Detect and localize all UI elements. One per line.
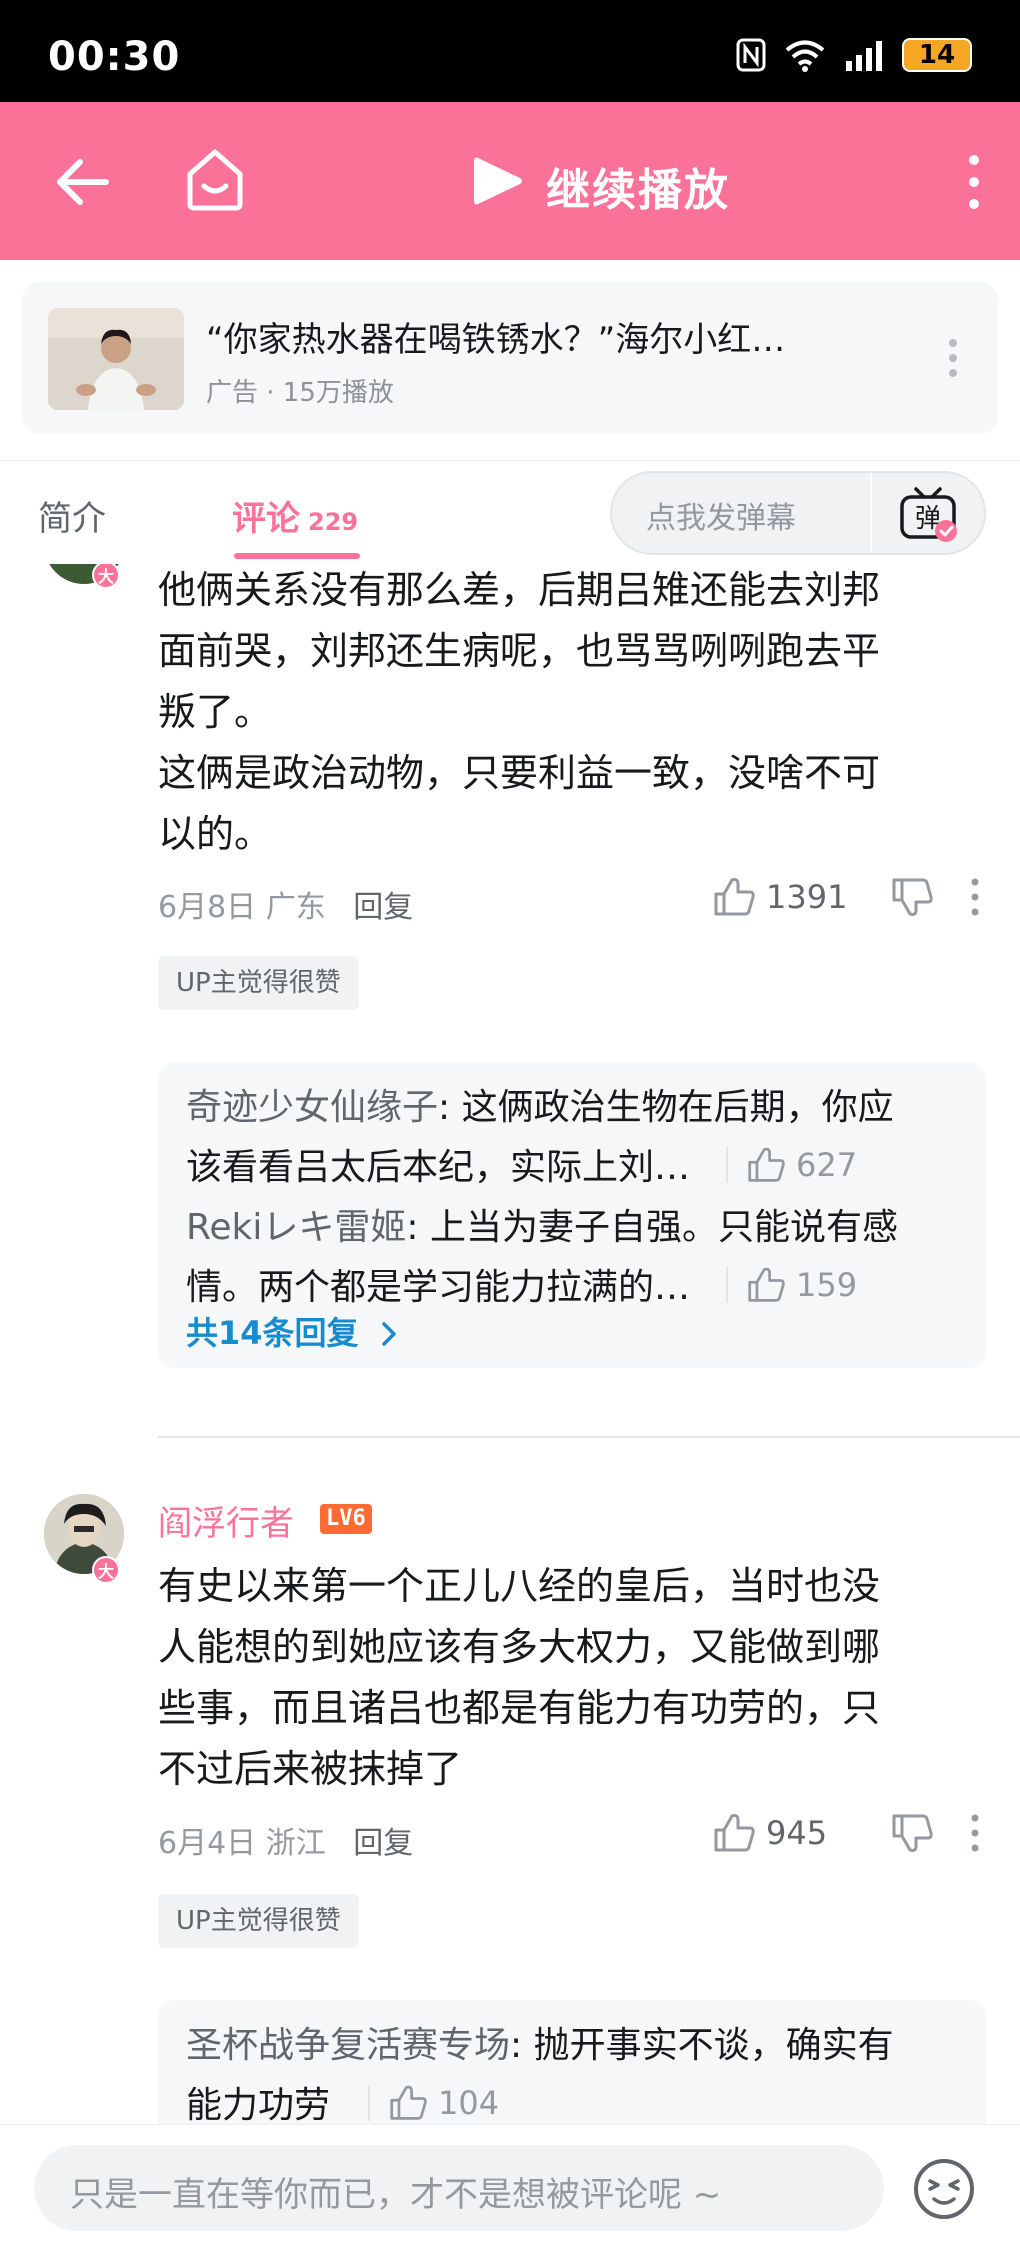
comment-line: 些事，而且诸吕也都是有能力有功劳的，只 [158,1686,881,1730]
comment-actions: 945 [712,1812,980,1854]
reply-like-separator [368,2085,370,2121]
level-badge: LV6 [320,1504,372,1534]
chevron-right-icon [381,1322,396,1346]
reply-username[interactable]: 奇迹少女仙缘子 [186,1087,438,1128]
ad-more-icon[interactable] [948,338,958,378]
comment-location: 浙江 [265,1826,326,1861]
reply-username[interactable]: Rekiレキ雷姬 [186,1207,406,1248]
nfc-icon [736,38,766,72]
username[interactable]: 阎浮行者 [158,1496,294,1545]
reply-text-line2: 能力功劳 [186,2085,331,2124]
thumbs-up-icon[interactable] [712,1812,756,1854]
comment-input-placeholder: 只是一直在等你而已，才不是想被评论呢 ~ [70,2175,722,2215]
app-header: 继续播放 [0,102,1020,260]
reply-like[interactable]: 627 [726,1146,857,1184]
reply-preview-box[interactable]: 奇迹少女仙缘子: 这俩政治生物在后期，你应 该看看吕太后本纪，实际上刘… 627… [158,1062,986,1368]
more-replies-label: 共14条回复 [186,1314,359,1352]
like-count: 1391 [766,878,848,916]
comment-meta: 6月4日 浙江 回复 [158,1818,413,1862]
danmaku-toggle-icon[interactable]: 弹 [898,485,958,543]
emoji-icon[interactable] [912,2157,976,2221]
thumbs-up-icon[interactable] [746,1146,786,1184]
reply-preview[interactable]: 圣杯战争复活赛专场: 抛开事实不谈，确实有 能力功劳 [186,2016,966,2124]
comment-line: 他俩关系没有那么差，后期吕雉还能去刘邦 [158,568,881,612]
reply-like[interactable]: 159 [726,1266,857,1304]
reply-preview-box[interactable]: 圣杯战争复活赛专场: 抛开事实不谈，确实有 能力功劳 104 [158,2000,986,2124]
comment-input[interactable]: 只是一直在等你而已，才不是想被评论呢 ~ [34,2145,884,2231]
comment-line: 面前哭，刘邦还生病呢，也骂骂咧咧跑去平 [158,629,881,673]
reply-text: : 这俩政治生物在后期，你应 [438,1087,894,1128]
reply-button[interactable]: 回复 [353,1826,413,1861]
reply-username[interactable]: 圣杯战争复活赛专场 [186,2025,510,2066]
comment-line: 叛了。 [158,690,273,734]
reply-text-line2: 该看看吕太后本纪，实际上刘… [186,1147,691,1188]
comment-divider [158,1436,1020,1438]
danmaku-placeholder: 点我发弹幕 [646,501,796,536]
comment-more-icon[interactable] [970,1813,980,1853]
comment-line: 不过后来被抹掉了 [158,1747,463,1791]
more-options-icon[interactable] [962,154,986,210]
comment-date: 6月8日 [158,890,257,925]
continue-play-title[interactable]: 继续播放 [546,154,730,218]
comment-text: 他俩关系没有那么差，后期吕雉还能去刘邦 面前哭，刘邦还生病呢，也骂骂咧咧跑去平 … [158,564,978,865]
back-arrow-icon[interactable] [52,152,112,212]
avatar-badge: 大 [92,564,120,589]
tab-comments-count: 229 [308,508,359,536]
comment-date: 6月4日 [158,1826,257,1861]
tab-intro[interactable]: 简介 [38,491,106,540]
battery-indicator: 14 [902,38,972,72]
thumbs-up-icon[interactable] [746,1266,786,1304]
wifi-icon [785,40,825,72]
comment-line: 这俩是政治动物，只要利益一致，没啥不可 [158,751,881,795]
avatar-badge: 大 [92,1556,120,1584]
comment-list: 大 他俩关系没有那么差，后期吕雉还能去刘邦 面前哭，刘邦还生病呢，也骂骂咧咧跑去… [0,564,1020,2124]
thumbs-down-icon[interactable] [890,1812,934,1854]
up-liked-badge: UP主觉得很赞 [158,1894,359,1948]
comment-more-icon[interactable] [970,877,980,917]
ad-card[interactable]: “你家热水器在喝铁锈水？”海尔小红… 广告 · 15万播放 [22,282,998,434]
reply-like-count: 159 [796,1266,858,1304]
signal-icon [846,41,882,71]
danmaku-input[interactable]: 点我发弹幕 弹 [610,471,986,555]
reply-text: : 上当为妻子自强。只能说有感 [406,1207,898,1248]
comment-meta: 6月8日 广东 回复 [158,882,413,926]
ad-meta: 广告 · 15万播放 [206,378,394,408]
comment-location: 广东 [265,890,326,925]
like-count: 945 [766,1814,828,1852]
ad-thumbnail [48,308,184,410]
thumbs-down-icon[interactable] [890,876,934,918]
thumbs-up-icon[interactable] [388,2084,428,2122]
home-icon[interactable] [184,146,246,212]
reply-button[interactable]: 回复 [353,890,413,925]
reply-text: : 抛开事实不谈，确实有 [510,2025,894,2066]
ad-title[interactable]: “你家热水器在喝铁锈水？”海尔小红… [206,312,785,361]
reply-like-count: 104 [438,2084,500,2122]
reply-like[interactable]: 104 [368,2084,499,2122]
view-more-replies-link[interactable]: 共14条回复 [186,1308,398,1354]
reply-like-count: 627 [796,1146,858,1184]
play-icon[interactable] [470,152,524,210]
tab-bar: 简介 评论 229 点我发弹幕 弹 [0,460,1020,564]
danmaku-divider [870,473,872,553]
comment-text: 有史以来第一个正儿八经的皇后，当时也没 人能想的到她应该有多大权力，又能做到哪 … [158,1556,978,1800]
status-time: 00:30 [48,34,181,80]
bottom-comment-bar: 只是一直在等你而已，才不是想被评论呢 ~ [0,2124,1020,2250]
tab-comments[interactable]: 评论 229 [232,491,358,540]
up-liked-badge: UP主觉得很赞 [158,956,359,1010]
status-bar: 00:30 14 [0,0,1020,102]
comment-line: 以的。 [158,812,273,856]
tab-comments-label: 评论 [232,499,300,539]
reply-like-separator [726,1267,728,1303]
comment-line: 人能想的到她应该有多大权力，又能做到哪 [158,1625,881,1669]
thumbs-up-icon[interactable] [712,876,756,918]
tab-active-indicator [234,553,360,559]
comment-actions: 1391 [712,876,980,918]
reply-like-separator [726,1147,728,1183]
status-icons: 14 [736,38,972,72]
comment-line: 有史以来第一个正儿八经的皇后，当时也没 [158,1564,881,1608]
